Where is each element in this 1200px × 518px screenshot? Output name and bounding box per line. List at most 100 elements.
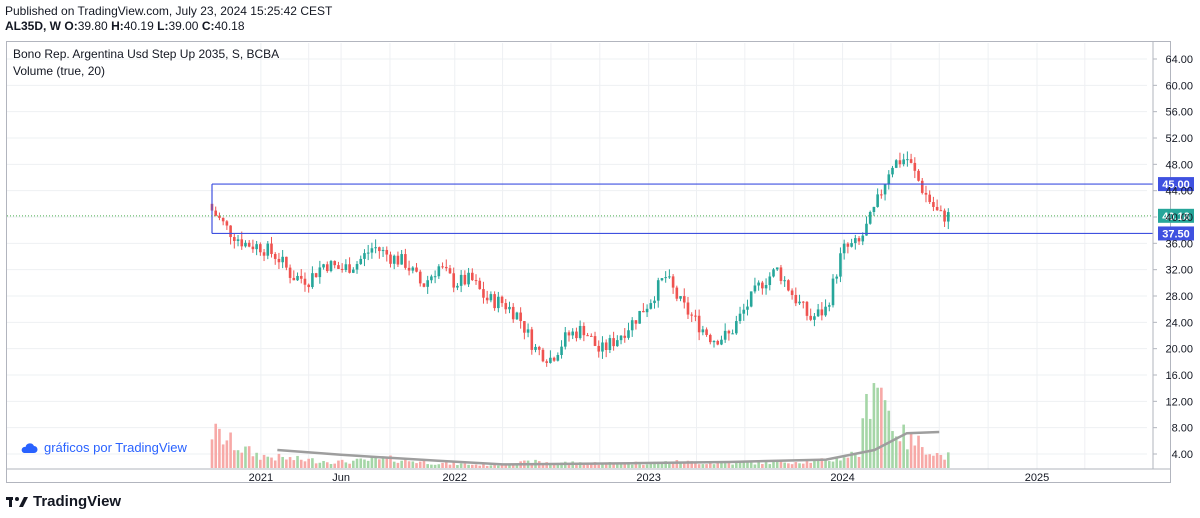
candle-body: [608, 338, 612, 350]
candle-body: [868, 211, 872, 224]
candle-body: [537, 346, 541, 350]
candle-body: [664, 277, 667, 279]
candle-body: [229, 225, 232, 238]
volume-bar: [366, 460, 370, 468]
candle-body: [642, 310, 645, 313]
candle-body: [839, 253, 842, 277]
volume-bar: [348, 463, 351, 468]
volume-bar: [411, 461, 415, 468]
candle-body: [589, 335, 593, 337]
candle-body: [299, 275, 303, 279]
y-tick-label: 60.00: [1165, 80, 1193, 92]
volume-bar: [244, 446, 247, 468]
y-tick-label: 56.00: [1165, 107, 1193, 119]
candle-body: [909, 159, 913, 163]
candle-body: [340, 268, 344, 270]
y-tick-label: 16.00: [1165, 370, 1193, 382]
volume-bar: [363, 459, 366, 468]
volume-bar: [433, 464, 437, 468]
candle-body: [508, 306, 511, 310]
volume-bar: [489, 465, 493, 468]
volume-bar: [775, 461, 779, 468]
candle-body: [329, 261, 333, 272]
y-tick-label: 32.00: [1165, 265, 1193, 277]
candle-body: [489, 294, 493, 301]
candle-body: [400, 254, 403, 265]
y-tick-label: 44.00: [1165, 186, 1193, 198]
candle-body: [541, 349, 545, 362]
brand-footer[interactable]: TradingView: [6, 493, 121, 510]
candle-body: [753, 285, 757, 292]
volume-bar: [727, 463, 731, 468]
candle-body: [244, 242, 247, 247]
volume-bar: [210, 439, 214, 468]
volume-bar: [909, 433, 913, 468]
candle-body: [433, 276, 437, 278]
candle-body: [344, 264, 348, 270]
volume-bar: [374, 457, 377, 468]
candle-body: [236, 239, 240, 241]
volume-bar: [296, 455, 299, 468]
volume-bar: [277, 453, 281, 468]
volume-bar: [437, 464, 441, 468]
x-tick-label: 2021: [249, 472, 273, 484]
candle-body: [318, 267, 322, 278]
candle-body: [809, 315, 812, 320]
volume-bar: [285, 459, 288, 468]
candle-body: [478, 280, 482, 290]
candle-body: [627, 330, 630, 338]
y-tick-label: 52.00: [1165, 133, 1193, 145]
candle-body: [459, 274, 463, 286]
candle-body: [430, 276, 433, 281]
volume-bar: [459, 463, 463, 468]
volume-bar: [805, 460, 809, 468]
candle-body: [482, 289, 485, 298]
candle-body: [355, 264, 359, 270]
y-tick-label: 20.00: [1165, 344, 1193, 356]
candle-body: [757, 282, 760, 286]
volume-bar: [240, 452, 244, 468]
volume-bar: [333, 463, 337, 468]
candle-body: [708, 334, 712, 343]
volume-bar: [329, 464, 333, 468]
volume-bar: [404, 458, 407, 468]
candle-body: [314, 273, 318, 278]
volume-bar: [932, 455, 935, 468]
volume-bar: [452, 462, 456, 468]
volume-bar: [917, 435, 920, 468]
candle-body: [415, 267, 418, 272]
chart-watermark[interactable]: gráficos por TradingView: [20, 440, 187, 455]
candle-body: [705, 329, 708, 335]
candle-body: [404, 254, 407, 268]
volume-bar: [396, 462, 400, 468]
volume-bar: [474, 464, 478, 468]
candle-body: [816, 309, 820, 317]
volume-bar: [720, 462, 723, 468]
candle-body: [601, 342, 604, 352]
volume-bar: [463, 463, 467, 468]
volume-bar: [723, 463, 727, 468]
candle-body: [880, 194, 883, 196]
candle-body: [917, 170, 920, 181]
volume-bar: [619, 464, 623, 468]
candle-body: [307, 284, 310, 288]
x-tick-label: 2024: [830, 472, 854, 484]
volume-bar: [920, 447, 924, 468]
volume-bar: [352, 460, 355, 468]
candle-body: [452, 273, 456, 288]
volume-bar: [928, 454, 931, 468]
volume-bar: [251, 456, 255, 468]
candle-body: [352, 269, 355, 273]
candle-body: [720, 339, 723, 345]
volume-bar: [898, 441, 902, 468]
candle-body: [337, 265, 340, 269]
volume-bar: [705, 464, 708, 468]
candle-body: [560, 346, 563, 355]
y-tick-label: 12.00: [1165, 396, 1193, 408]
candle-body: [928, 194, 931, 203]
candle-body: [701, 329, 705, 333]
candle-body: [794, 294, 798, 304]
candle-body: [567, 332, 571, 336]
candle-body: [389, 254, 392, 264]
volume-bar: [340, 459, 344, 468]
